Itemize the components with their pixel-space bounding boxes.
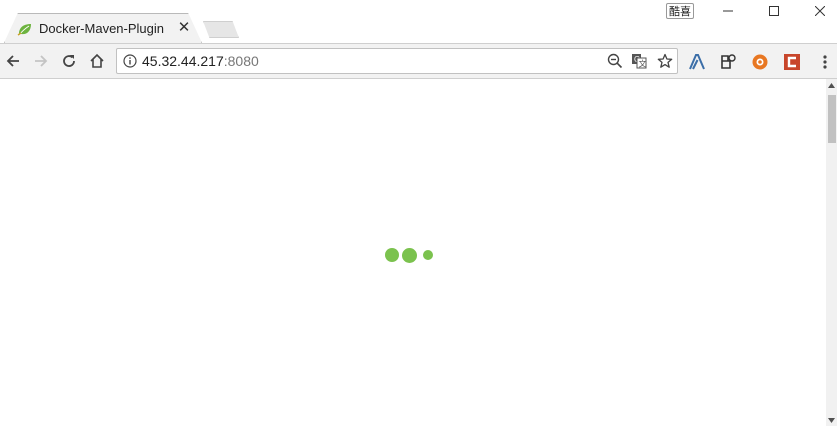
translate-icon[interactable]: G 文: [631, 53, 647, 69]
forward-arrow-icon: [35, 55, 48, 67]
maximize-button[interactable]: [751, 0, 797, 22]
zoom-out-icon[interactable]: [607, 53, 623, 69]
tab-strip: Docker-Maven-Plugin ✕ 酷喜: [0, 0, 837, 43]
more-vertical-icon: [823, 55, 827, 69]
extension-c-button[interactable]: [783, 53, 801, 71]
scroll-thumb[interactable]: [828, 95, 836, 143]
caret-up-icon: [828, 82, 835, 88]
caret-down-icon: [828, 417, 835, 423]
loading-indicator: [385, 247, 435, 263]
extension-lambda-button[interactable]: [688, 53, 706, 71]
extension-tag-button[interactable]: [719, 53, 737, 71]
vertical-scrollbar[interactable]: [826, 79, 837, 426]
tag-extension-icon: [721, 54, 736, 69]
loading-dot: [423, 250, 433, 260]
home-button[interactable]: [85, 49, 109, 73]
c-extension-icon: [784, 54, 800, 70]
lambda-extension-icon: [689, 54, 705, 70]
close-icon: [815, 6, 825, 16]
address-bar[interactable]: 45.32.44.217:8080 G 文: [116, 48, 678, 74]
bookmark-star-icon[interactable]: [657, 53, 673, 69]
browser-window: Docker-Maven-Plugin ✕ 酷喜 45.32.44.217:80…: [0, 0, 837, 426]
forward-button[interactable]: [29, 49, 53, 73]
tab-title: Docker-Maven-Plugin: [39, 21, 164, 36]
extension-orange-button[interactable]: [751, 53, 769, 71]
toolbar: 45.32.44.217:8080 G 文: [0, 43, 837, 79]
minimize-icon: [723, 10, 733, 12]
scroll-down-button[interactable]: [826, 414, 837, 426]
info-icon[interactable]: [123, 54, 137, 68]
profile-button[interactable]: 酷喜: [666, 3, 694, 19]
loading-dot: [385, 248, 399, 262]
chrome-menu-button[interactable]: [816, 53, 834, 71]
svg-text:文: 文: [639, 59, 647, 69]
page-viewport: [0, 79, 826, 426]
loading-dot: [402, 248, 417, 263]
url-host: 45.32.44.217: [142, 53, 224, 69]
url-text[interactable]: 45.32.44.217:8080: [142, 53, 259, 69]
url-port: :8080: [223, 53, 259, 69]
new-tab-button[interactable]: [203, 21, 239, 38]
reload-button[interactable]: [57, 49, 81, 73]
close-window-button[interactable]: [797, 0, 837, 22]
back-button[interactable]: [1, 49, 25, 73]
home-icon: [90, 53, 104, 68]
back-arrow-icon: [6, 55, 19, 67]
spring-leaf-icon: [17, 24, 31, 36]
tab-close-icon[interactable]: ✕: [177, 19, 191, 37]
orange-ring-extension-icon: [752, 54, 768, 70]
minimize-button[interactable]: [705, 0, 751, 22]
scroll-up-button[interactable]: [826, 79, 837, 91]
maximize-icon: [769, 6, 779, 16]
reload-icon: [63, 55, 75, 67]
